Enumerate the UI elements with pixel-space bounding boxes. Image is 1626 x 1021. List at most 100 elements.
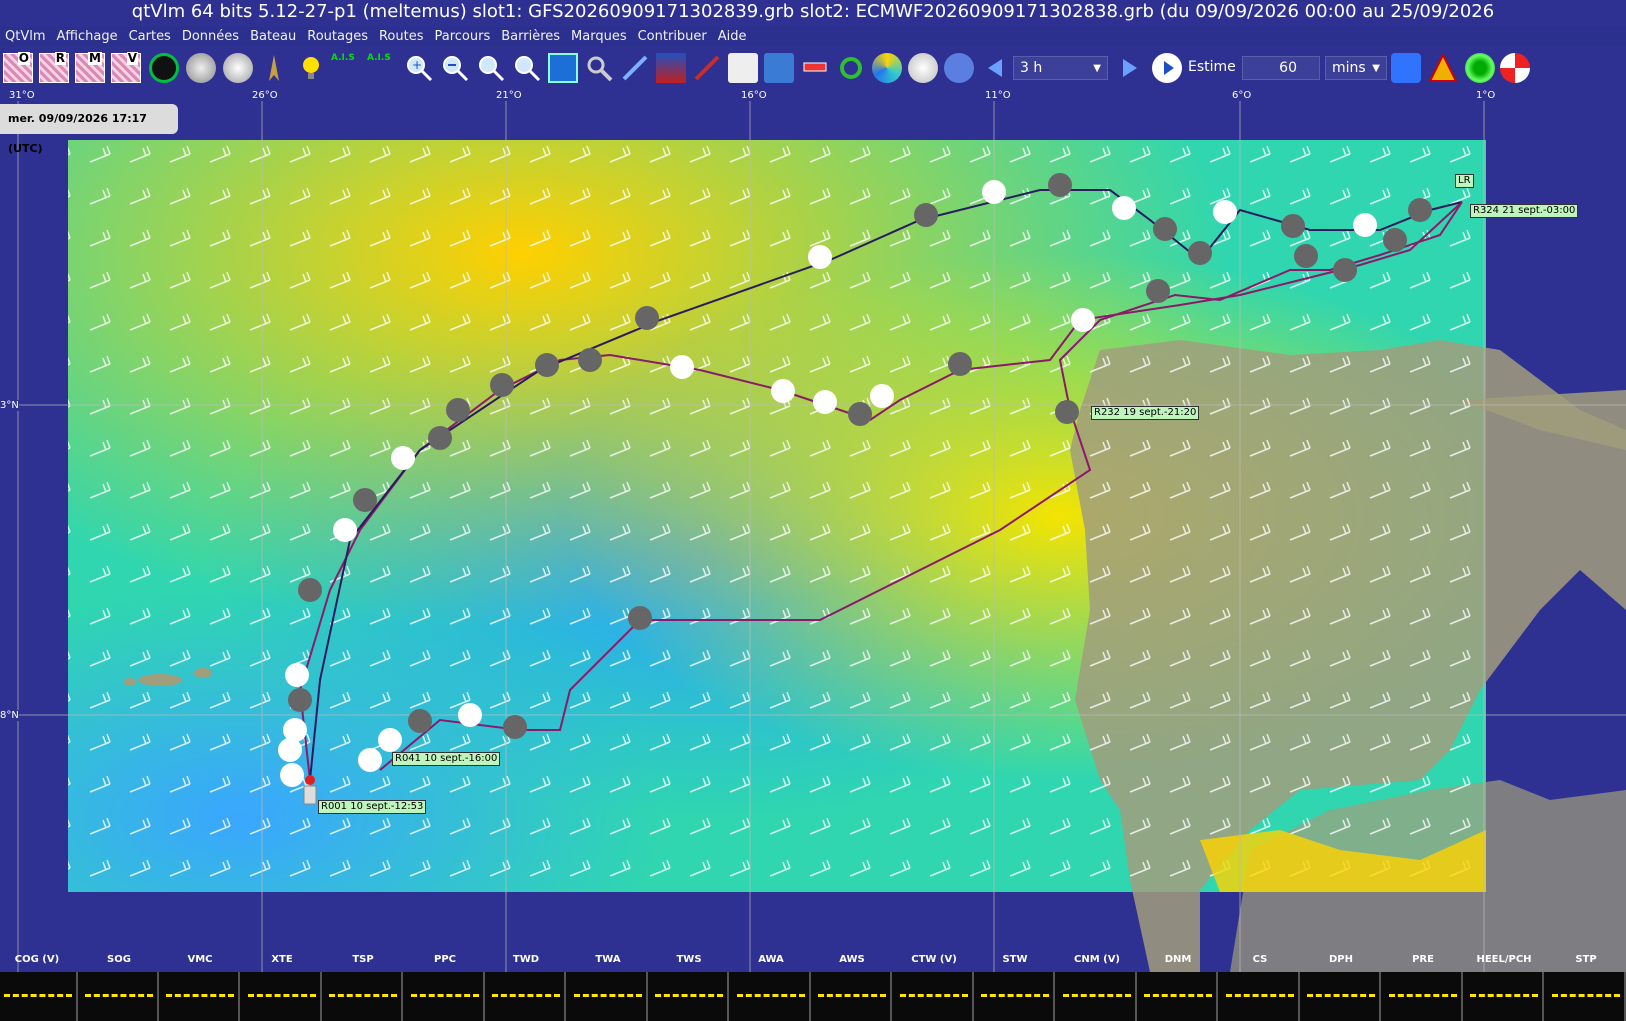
status-col-header: DNM (1164, 954, 1192, 965)
clock-compass-icon[interactable] (223, 53, 253, 83)
compass-green-icon[interactable] (149, 53, 179, 83)
grib-v-letter: V (126, 51, 138, 65)
menu-routages[interactable]: Routages (302, 27, 374, 46)
status-cell-vmc (162, 972, 240, 1021)
status-col-header: CS (1252, 954, 1268, 965)
grib-v-icon[interactable]: V (111, 51, 141, 83)
menu-marques[interactable]: Marques (566, 27, 633, 46)
longitude-label: 21°O (494, 90, 524, 101)
gauge-icon[interactable] (186, 53, 216, 83)
status-cell-sog (81, 972, 159, 1021)
select-area-icon[interactable] (548, 53, 578, 83)
compass-needle-icon[interactable] (259, 53, 289, 83)
status-col-header: CNM (V) (1073, 954, 1121, 965)
map-view[interactable]: 31°O 26°O 21°O 16°O 11°O 6°O 1°O 3°N 8°N… (0, 90, 1626, 972)
lightbulb-icon[interactable] (296, 53, 326, 83)
chevron-down-icon: ▼ (1093, 63, 1101, 74)
status-cell-stw (977, 972, 1055, 1021)
folder-icon[interactable] (764, 53, 794, 83)
status-col-header: TSP (352, 954, 374, 965)
boat-icon[interactable] (303, 785, 317, 805)
status-cell-dnm (1140, 972, 1218, 1021)
menu-contribuer[interactable]: Contribuer (633, 27, 713, 46)
menu-barrieres[interactable]: Barrières (496, 27, 566, 46)
toolbar: O R M V A.I.S A.I.S + 3 h ▼ Estime 60 min… (0, 47, 1626, 90)
status-cell-pre (1385, 972, 1463, 1021)
status-cell-ctw (896, 972, 974, 1021)
estime-unit-value: mins (1332, 60, 1366, 76)
menu-affichage[interactable]: Affichage (52, 27, 124, 46)
ais-icon[interactable]: A.I.S (331, 53, 361, 83)
step-select-value: 3 h (1020, 60, 1043, 76)
status-col-header: CTW (V) (911, 954, 957, 965)
estime-input[interactable]: 60 (1242, 56, 1320, 80)
search-icon[interactable] (584, 53, 614, 83)
lifebuoy-icon[interactable] (1500, 53, 1530, 83)
estime-label: Estime (1188, 59, 1236, 75)
grib-r-letter: R (54, 51, 66, 65)
status-col-header: STW (1002, 954, 1028, 965)
status-col-header: AWA (758, 954, 784, 965)
notes-icon[interactable] (728, 53, 758, 83)
latitude-label: 3°N (0, 400, 19, 411)
zoom-in-icon[interactable]: + (404, 53, 434, 83)
zoom-out-icon[interactable] (440, 53, 470, 83)
grib-o-icon[interactable]: O (3, 52, 33, 83)
route-label-lr[interactable]: LR (1455, 174, 1474, 188)
status-cell-xte (244, 972, 322, 1021)
menu-routes[interactable]: Routes (374, 27, 430, 46)
grib-r-icon[interactable]: R (39, 51, 69, 83)
chevron-down-icon: ▼ (1372, 63, 1380, 74)
grib-m-icon[interactable]: M (75, 52, 105, 83)
route-label-r041[interactable]: R041 10 sept.-16:00 (392, 752, 501, 766)
refresh-icon[interactable] (836, 53, 866, 83)
next-step-icon[interactable] (1115, 53, 1145, 83)
target-icon[interactable] (1465, 53, 1495, 83)
status-cell-ppc (407, 972, 485, 1021)
menu-donnees[interactable]: Données (177, 27, 245, 46)
boat-position-icon[interactable] (305, 775, 315, 785)
map-canvas[interactable] (0, 90, 1626, 972)
status-cell-stp (1548, 972, 1626, 1021)
svg-text:+: + (412, 58, 422, 72)
estime-unit-select[interactable]: mins ▼ (1325, 56, 1387, 80)
flag-icon[interactable] (656, 53, 686, 83)
route-label-start[interactable]: R001 10 sept.-12:53 (318, 800, 427, 814)
route-label-r324[interactable]: R324 21 sept.-03:00 (1470, 204, 1579, 218)
zoom-fit-icon[interactable] (476, 53, 506, 83)
status-col-header: PRE (1412, 954, 1434, 965)
step-select[interactable]: 3 h ▼ (1013, 56, 1108, 80)
status-cell-cs (1222, 972, 1300, 1021)
previous-step-icon[interactable] (980, 53, 1010, 83)
barrier-icon[interactable] (692, 53, 722, 83)
longitude-label: 11°O (983, 90, 1013, 101)
pen-icon[interactable] (620, 53, 650, 83)
menu-bateau[interactable]: Bateau (245, 27, 302, 46)
longitude-label: 16°O (739, 90, 769, 101)
status-col-header: AWS (839, 954, 865, 965)
status-cell-dph (1303, 972, 1381, 1021)
windsock-icon[interactable] (800, 53, 830, 83)
bell-icon[interactable] (1391, 53, 1421, 83)
ais-chart-icon[interactable]: A.I.S (367, 53, 397, 83)
status-cell-tsp (325, 972, 403, 1021)
menu-bar: QtVlm Affichage Cartes Données Bateau Routage… (0, 27, 1626, 47)
longitude-label: 6°O (1230, 90, 1254, 101)
menu-cartes[interactable]: Cartes (124, 27, 177, 46)
wind-barbs (68, 140, 1486, 892)
status-col-header: DPH (1329, 954, 1353, 965)
azores-island (138, 674, 182, 686)
zoom-1to1-icon[interactable] (512, 53, 542, 83)
status-col-header: SOG (107, 954, 131, 965)
menu-aide[interactable]: Aide (713, 27, 753, 46)
hourglass-icon[interactable] (944, 53, 974, 83)
warning-icon[interactable] (1428, 52, 1458, 83)
color-wheel-icon[interactable] (872, 53, 902, 83)
menu-parcours[interactable]: Parcours (430, 27, 497, 46)
status-col-header: XTE (271, 954, 293, 965)
clock-icon[interactable] (908, 53, 938, 83)
menu-qtvlm[interactable]: QtVlm (0, 27, 52, 46)
status-bar (0, 972, 1626, 1021)
route-label-r232[interactable]: R232 19 sept.-21:20 (1091, 406, 1200, 420)
play-icon[interactable] (1152, 53, 1182, 83)
